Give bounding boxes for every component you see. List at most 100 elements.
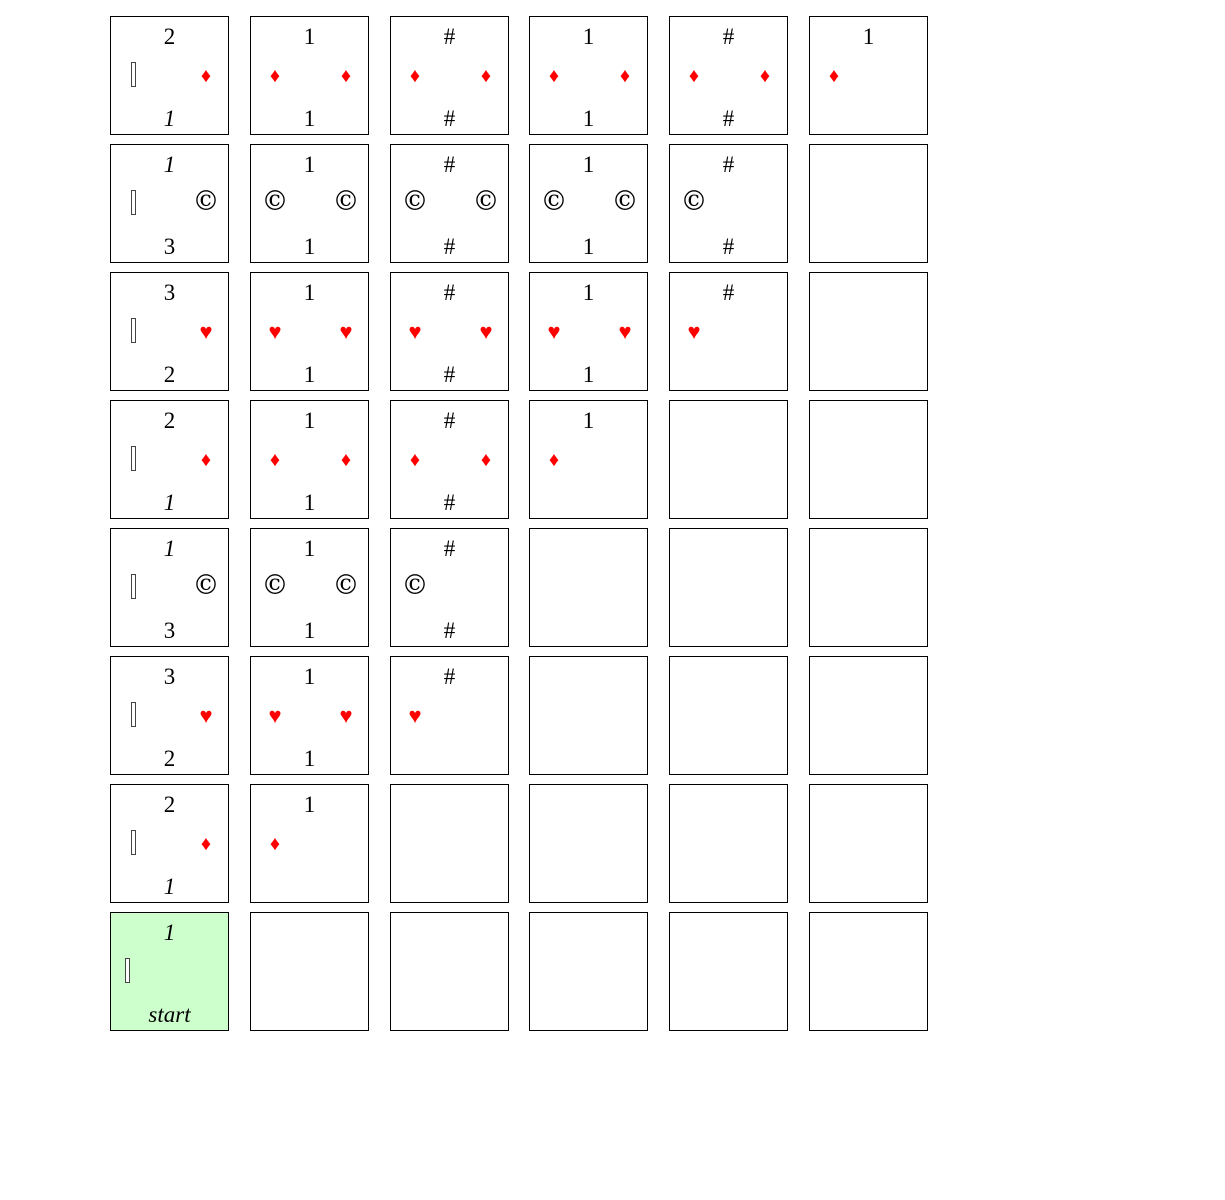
grid-cell: # ♥ (390, 656, 509, 775)
bar-icon (131, 318, 136, 343)
heart-icon: ♥ (268, 703, 282, 728)
cell-top-label: 1 (163, 536, 176, 561)
cell-bottom-label: 2 (163, 362, 176, 387)
cell-top-label: 1 (582, 280, 595, 305)
cell-top-label: # (443, 152, 456, 177)
grid-cell (669, 400, 788, 519)
bar-icon (131, 574, 136, 599)
cell-bottom-label: # (443, 234, 456, 259)
diamond-icon: ♦ (548, 449, 560, 471)
grid-cell (669, 912, 788, 1031)
grid-cell (809, 144, 928, 263)
grid-cell: 1 1 © © (250, 144, 369, 263)
grid-cell: # # © © (390, 144, 509, 263)
bar-icon (131, 702, 136, 727)
cell-bottom-label: 1 (163, 106, 176, 131)
cell-bottom-label: 2 (163, 746, 176, 771)
grid-cell (809, 528, 928, 647)
start-label: start (148, 1002, 191, 1027)
copyright-icon: © (192, 186, 220, 217)
diamond-icon: ♦ (759, 65, 771, 87)
copyright-icon: © (332, 186, 360, 217)
cell-top-label: 1 (862, 24, 875, 49)
grid-cell: 1 1 ♦ ♦ (250, 400, 369, 519)
cell-bottom-label: 1 (303, 618, 316, 643)
grid-cell: # # © (390, 528, 509, 647)
grid-cell (809, 912, 928, 1031)
grid-cell: # # ♥ ♥ (390, 272, 509, 391)
cell-bottom-label: 1 (303, 746, 316, 771)
cell-top-label: # (443, 280, 456, 305)
grid-cell (529, 656, 648, 775)
grid-cell (669, 784, 788, 903)
cell-bottom-label: 1 (582, 362, 595, 387)
cell-bottom-label: 1 (303, 490, 316, 515)
grid-cell (390, 912, 509, 1031)
grid-cell: 1 1 © © (250, 528, 369, 647)
cell-top-label: 1 (303, 280, 316, 305)
grid-cell: 1 ♦ (529, 400, 648, 519)
grid-cell: 1 3 © (110, 144, 229, 263)
grid-cell: 2 1 ♦ (110, 16, 229, 135)
copyright-icon: © (401, 186, 429, 217)
cell-bottom-label: 1 (303, 106, 316, 131)
copyright-icon: © (401, 570, 429, 601)
grid-cell (809, 272, 928, 391)
diamond-icon: ♦ (480, 65, 492, 87)
cell-bottom-label: 1 (582, 234, 595, 259)
cell-top-label: # (443, 664, 456, 689)
cell-top-label: # (722, 24, 735, 49)
start-cell: 1 start (110, 912, 229, 1031)
cell-bottom-label: # (722, 106, 735, 131)
cell-top-label: 3 (163, 280, 176, 305)
copyright-icon: © (261, 570, 289, 601)
diamond-icon: ♦ (828, 65, 840, 87)
heart-icon: ♥ (479, 319, 493, 344)
grid-cell (250, 912, 369, 1031)
copyright-icon: © (192, 570, 220, 601)
diamond-icon: ♦ (340, 449, 352, 471)
heart-icon: ♥ (199, 703, 213, 728)
diamond-icon: ♦ (688, 65, 700, 87)
copyright-icon: © (611, 186, 639, 217)
diamond-icon: ♦ (619, 65, 631, 87)
grid-cell: 3 2 ♥ (110, 656, 229, 775)
cell-bottom-label: # (443, 490, 456, 515)
copyright-icon: © (332, 570, 360, 601)
cell-top-label: 1 (303, 408, 316, 433)
cell-top-label: 3 (163, 664, 176, 689)
diamond-icon: ♦ (200, 449, 212, 471)
cell-bottom-label: # (443, 362, 456, 387)
copyright-icon: © (472, 186, 500, 217)
heart-icon: ♥ (687, 319, 701, 344)
grid-cell: # ♥ (669, 272, 788, 391)
grid-cell: 2 1 ♦ (110, 400, 229, 519)
diamond-icon: ♦ (269, 833, 281, 855)
grid-cell (529, 912, 648, 1031)
cell-bottom-label: 3 (163, 234, 176, 259)
grid-cell: # # ♦ ♦ (390, 16, 509, 135)
cell-bottom-label: 1 (582, 106, 595, 131)
cell-bottom-label: 1 (163, 874, 176, 899)
cell-top-label: 1 (582, 408, 595, 433)
grid-cell: 1 ♦ (250, 784, 369, 903)
cell-top-label: # (722, 280, 735, 305)
cell-top-label: 1 (303, 664, 316, 689)
bar-icon (131, 62, 136, 87)
grid-cell: 1 1 © © (529, 144, 648, 263)
bar-icon (131, 830, 136, 855)
copyright-icon: © (540, 186, 568, 217)
grid-cell (390, 784, 509, 903)
grid-cell (529, 784, 648, 903)
cell-top-label: 1 (582, 24, 595, 49)
bar-icon (131, 446, 136, 471)
grid-cell (809, 400, 928, 519)
grid-cell: 1 1 ♥ ♥ (250, 656, 369, 775)
diamond-icon: ♦ (409, 65, 421, 87)
grid-cell (669, 656, 788, 775)
cell-bottom-label: 1 (303, 362, 316, 387)
cell-bottom-label: # (443, 106, 456, 131)
heart-icon: ♥ (339, 703, 353, 728)
cell-top-label: 1 (582, 152, 595, 177)
grid-cell: 1 1 ♥ ♥ (250, 272, 369, 391)
